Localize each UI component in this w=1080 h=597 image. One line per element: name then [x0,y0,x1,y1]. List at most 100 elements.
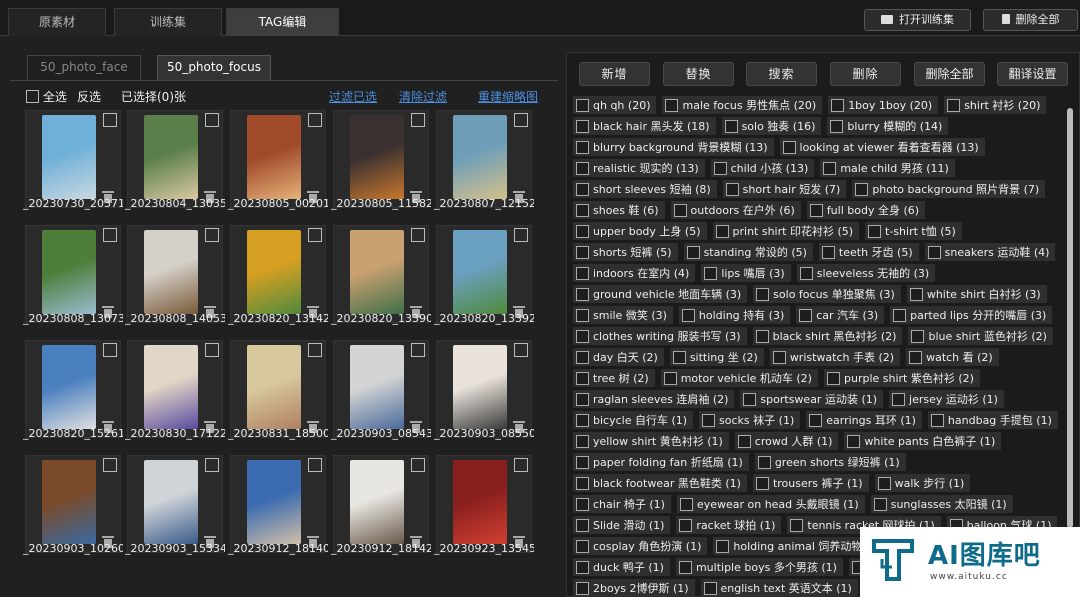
tag-item[interactable]: looking at viewer 看着查看器 (13) [779,138,985,156]
tag-item[interactable]: handbag 手提包 (1) [927,411,1058,429]
tag-item[interactable]: clothes writing 服装书写 (3) [573,327,747,345]
tab-training-set[interactable]: 训练集 [114,8,222,36]
delete-tag-button[interactable]: 删除 [830,62,901,86]
tag-checkbox[interactable] [679,497,693,511]
image-checkbox[interactable] [308,228,322,242]
tag-checkbox[interactable] [715,224,729,238]
tag-checkbox[interactable] [909,287,923,301]
translate-settings-button[interactable]: 翻译设置 [997,62,1068,86]
tag-item[interactable]: Slide 滑动 (1) [573,516,671,534]
image-checkbox[interactable] [205,343,219,357]
image-thumbnail[interactable] [436,225,532,323]
folder-tab-face[interactable]: 50_photo_face [27,55,141,80]
open-training-set-button[interactable]: 打开训练集 [864,9,971,31]
tag-item[interactable]: qh qh (20) [573,96,657,114]
tag-item[interactable]: day 白天 (2) [573,348,664,366]
clear-filter-link[interactable]: 清除过滤 [399,88,447,106]
tag-checkbox[interactable] [877,476,891,490]
invert-selection-button[interactable]: 反选 [77,88,101,106]
tab-raw-material[interactable]: 原素材 [8,8,106,36]
image-checkbox[interactable] [308,343,322,357]
tag-item[interactable]: shirt 衬衫 (20) [944,96,1047,114]
tag-item[interactable]: full body 全身 (6) [806,201,926,219]
tag-checkbox[interactable] [737,434,751,448]
tag-item[interactable]: bicycle 自行车 (1) [573,411,694,429]
tag-checkbox[interactable] [576,224,589,238]
image-checkbox[interactable] [205,228,219,242]
image-checkbox[interactable] [308,113,322,127]
image-thumbnail[interactable] [25,340,121,438]
tag-list-scrollbar[interactable] [1067,108,1073,528]
tag-checkbox[interactable] [947,98,961,112]
tag-item[interactable]: outdoors 在户外 (6) [670,201,801,219]
image-thumbnail[interactable] [333,225,429,323]
tag-checkbox[interactable] [826,371,840,385]
tag-item[interactable]: black hair 黑头发 (18) [573,117,716,135]
image-checkbox[interactable] [205,458,219,472]
tag-checkbox[interactable] [576,560,589,574]
image-thumbnail[interactable] [127,340,223,438]
tag-item[interactable]: car 汽车 (3) [796,306,885,324]
image-checkbox[interactable] [411,113,425,127]
tag-checkbox[interactable] [704,266,718,280]
tag-checkbox[interactable] [799,308,813,322]
tag-item[interactable]: child 小孩 (13) [710,159,815,177]
tag-checkbox[interactable] [909,350,923,364]
image-thumbnail[interactable] [333,340,429,438]
tag-checkbox[interactable] [702,413,716,427]
tag-item[interactable]: short sleeves 短袖 (8) [573,180,717,198]
tag-item[interactable]: 1boy 1boy (20) [828,96,939,114]
tag-checkbox[interactable] [893,308,907,322]
image-checkbox[interactable] [103,228,117,242]
tag-item[interactable]: standing 常设的 (5) [683,243,813,261]
tag-checkbox[interactable] [757,455,771,469]
tag-checkbox[interactable] [782,140,796,154]
tag-checkbox[interactable] [755,476,769,490]
image-thumbnail[interactable] [333,110,429,208]
tag-checkbox[interactable] [809,203,823,217]
tag-checkbox[interactable] [756,287,770,301]
tag-item[interactable]: chair 椅子 (1) [573,495,671,513]
tag-checkbox[interactable] [930,413,944,427]
tag-item[interactable]: watch 看 (2) [906,348,999,366]
image-checkbox[interactable] [103,458,117,472]
tag-item[interactable]: lips 嘴唇 (3) [701,264,791,282]
tag-item[interactable]: racket 球拍 (1) [676,516,782,534]
tag-checkbox[interactable] [576,476,589,490]
image-thumbnail[interactable] [25,110,121,208]
tag-checkbox[interactable] [576,518,589,532]
tag-item[interactable]: upper body 上身 (5) [573,222,707,240]
tag-checkbox[interactable] [716,539,730,553]
tag-checkbox[interactable] [576,413,589,427]
image-thumbnail[interactable] [333,455,429,553]
tag-checkbox[interactable] [576,329,589,343]
tag-item[interactable]: blue shirt 蓝色衬衫 (2) [908,327,1053,345]
tag-item[interactable]: teeth 牙齿 (5) [818,243,919,261]
tag-item[interactable]: cosplay 角色扮演 (1) [573,537,708,555]
delete-all-tags-button[interactable]: 删除全部 [914,62,985,86]
tag-item[interactable]: paper folding fan 折纸扇 (1) [573,453,749,471]
image-thumbnail[interactable] [25,225,121,323]
tag-checkbox[interactable] [799,266,813,280]
tag-checkbox[interactable] [823,161,837,175]
image-checkbox[interactable] [205,113,219,127]
tag-item[interactable]: earrings 耳环 (1) [806,411,922,429]
tag-item[interactable]: white pants 白色裤子 (1) [844,432,1002,450]
tag-item[interactable]: multiple boys 多个男孩 (1) [675,558,843,576]
tag-checkbox[interactable] [576,287,589,301]
tag-checkbox[interactable] [772,350,786,364]
tag-checkbox[interactable] [855,182,869,196]
tag-item[interactable]: walk 步行 (1) [874,474,971,492]
tag-item[interactable]: duck 鸭子 (1) [573,558,670,576]
image-thumbnail[interactable] [25,455,121,553]
image-thumbnail[interactable] [127,110,223,208]
tag-checkbox[interactable] [576,182,589,196]
image-checkbox[interactable] [103,343,117,357]
tag-item[interactable]: smile 微笑 (3) [573,306,673,324]
tag-item[interactable]: wristwatch 手表 (2) [769,348,901,366]
tag-checkbox[interactable] [576,497,589,511]
tag-item[interactable]: male focus 男性焦点 (20) [662,96,823,114]
add-tag-button[interactable]: 新增 [579,62,650,86]
tag-checkbox[interactable] [724,119,738,133]
tag-item[interactable]: raglan sleeves 连肩袖 (2) [573,390,735,408]
